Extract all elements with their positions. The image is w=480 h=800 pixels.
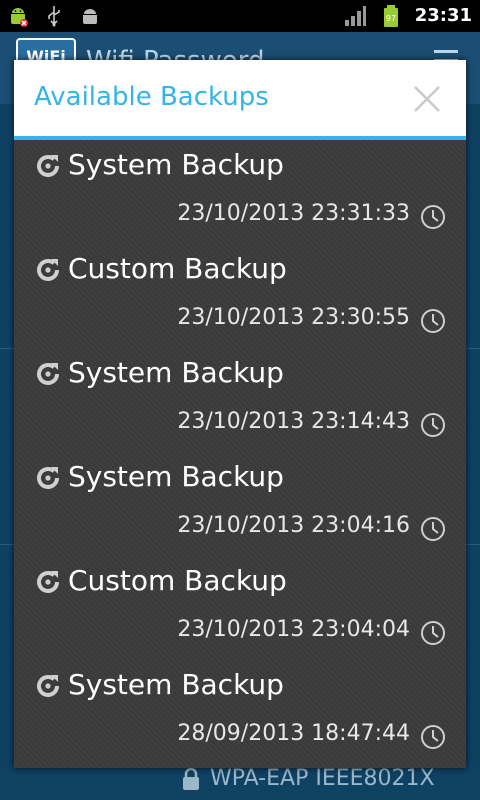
clock-icon [421,725,445,749]
status-bar: 97 23:31 [0,0,480,32]
restore-icon [37,363,59,385]
backup-item[interactable]: System Backup 23/10/2013 23:04:16 [14,452,466,556]
close-icon[interactable] [412,84,442,114]
backup-date: 28/09/2013 18:47:44 [177,721,410,746]
backup-item[interactable]: Custom Backup 23/10/2013 23:04:04 [14,556,466,660]
system-icons: 97 23:31 [343,4,472,28]
backup-date: 23/10/2013 23:04:16 [177,513,410,538]
svg-text:97: 97 [386,14,396,23]
network-security-label: WPA-EAP IEEE8021X [180,766,435,791]
clock-time: 23:31 [414,5,472,26]
lock-icon [183,767,199,790]
clock-icon [421,621,445,645]
restore-icon [37,259,59,281]
backup-name: System Backup [68,668,284,701]
battery-icon: 97 [383,5,398,27]
backup-name: System Backup [68,148,284,181]
android-icon [83,9,97,24]
restore-icon [37,467,59,489]
backup-name: Custom Backup [68,252,287,285]
backup-date: 23/10/2013 23:14:43 [177,409,410,434]
backup-item[interactable]: Custom Backup 23/10/2013 23:30:55 [14,244,466,348]
available-backups-dialog: Available Backups System Backup 23/10/20… [14,60,466,768]
backup-date: 23/10/2013 23:30:55 [177,305,410,330]
notification-icons [6,4,102,28]
dialog-title: Available Backups [34,82,269,112]
clock-icon [421,517,445,541]
backup-list: System Backup 23/10/2013 23:31:33 Custom… [14,140,466,768]
backup-name: System Backup [68,460,284,493]
restore-icon [37,155,59,177]
backup-name: System Backup [68,356,284,389]
signal-icon [344,6,366,26]
backup-date: 23/10/2013 23:04:04 [177,617,410,642]
android-usb-icon [11,8,28,27]
clock-icon [421,413,445,437]
backup-item[interactable]: System Backup 23/10/2013 23:14:43 [14,348,466,452]
backup-name: Custom Backup [68,564,287,597]
usb-icon [48,6,60,27]
backup-item[interactable]: System Backup 23/10/2013 23:31:33 [14,140,466,244]
restore-icon [37,675,59,697]
clock-icon [421,309,445,333]
security-type-text: WPA-EAP IEEE8021X [210,766,435,791]
restore-icon [37,571,59,593]
dialog-header: Available Backups [14,60,466,140]
backup-date: 23/10/2013 23:31:33 [177,201,410,226]
backup-item[interactable]: System Backup 28/09/2013 18:47:44 [14,660,466,764]
clock-icon [421,205,445,229]
